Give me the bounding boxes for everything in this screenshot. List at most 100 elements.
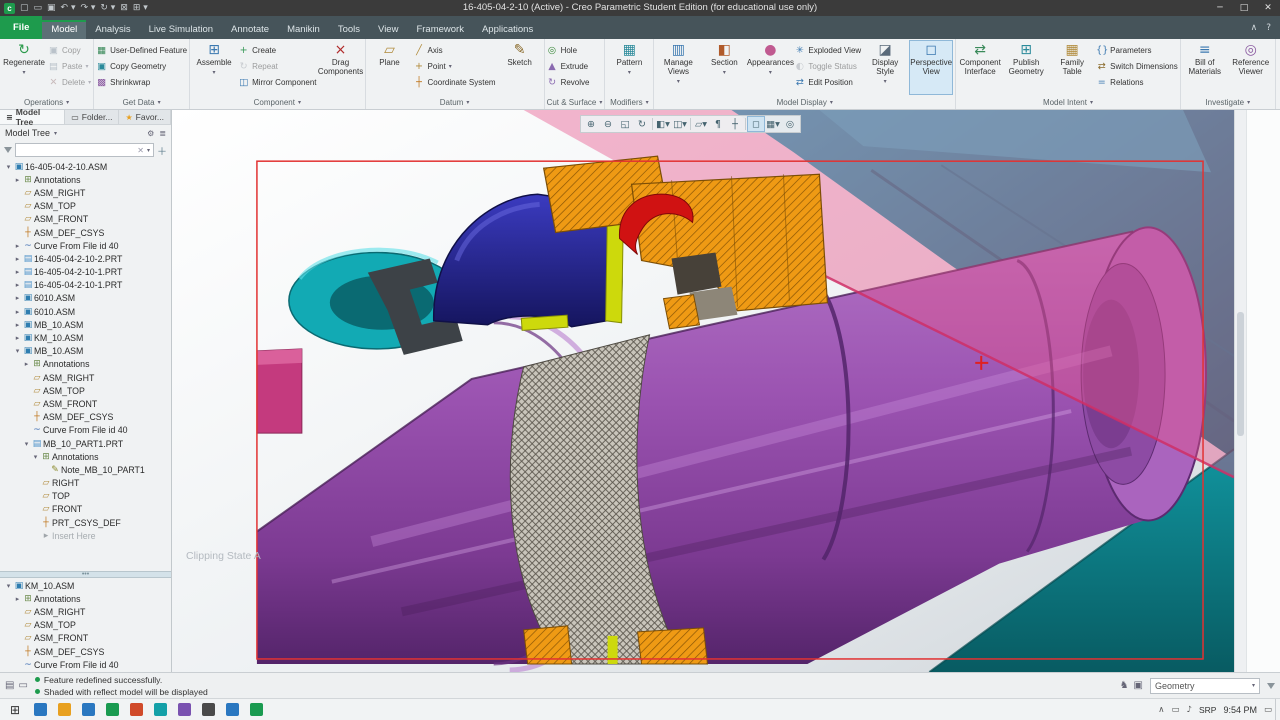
language-indicator[interactable]: SRP [1199, 705, 1216, 715]
manage-views-button[interactable]: ▥ Manage Views ▾ [656, 40, 700, 95]
expand-icon[interactable]: ▸ [13, 334, 22, 342]
message-log-icon[interactable]: ▤ [5, 680, 14, 691]
revolve-button[interactable]: ↻ Revolve [547, 76, 589, 89]
ribbon-tab-analysis[interactable]: Analysis [86, 20, 139, 39]
tree-item-asm-right[interactable]: ▱ ASM_RIGHT [0, 186, 171, 199]
model-canvas[interactable]: ⊕ ⊖ ◱ ↻ ◧▾ ◫▾ ▱▾ ¶ ┼ ◻ ▦▾ ◎ Clipping State A [172, 110, 1234, 672]
app-icon-9[interactable] [220, 699, 244, 720]
regenerate-icon[interactable]: ↻ ▾ [100, 0, 115, 16]
tree-item-asm-right[interactable]: ▱ ASM_RIGHT [0, 605, 171, 618]
tree-item-curve-from-file-id-40[interactable]: ~ Curve From File id 40 [0, 424, 171, 437]
3d-model-view[interactable] [172, 110, 1234, 672]
saved-views-icon[interactable]: ▦▾ [765, 117, 781, 131]
ribbon-tab-tools[interactable]: Tools [329, 20, 369, 39]
panel-tab-favor[interactable]: ★ Favor... [119, 110, 171, 124]
publish-geometry-button[interactable]: ⊞ Publish Geometry [1004, 40, 1048, 95]
family-table-button[interactable]: ▦ Family Table [1050, 40, 1094, 95]
app-icon-4[interactable] [100, 699, 124, 720]
ribbon-tab-view[interactable]: View [369, 20, 407, 39]
tree-item-annotations[interactable]: ▸ ⊞ Annotations [0, 173, 171, 186]
ribbon-tab-manikin[interactable]: Manikin [278, 20, 329, 39]
save-icon[interactable]: ▣ [47, 0, 56, 16]
expand-icon[interactable]: ▸ [13, 321, 22, 329]
mirror-component-button[interactable]: ◫ Mirror Component [238, 76, 316, 89]
annotation-display-icon[interactable]: ¶ [710, 117, 726, 131]
group-label-component[interactable]: Component ▾ [192, 96, 362, 109]
section-button[interactable]: ◧ Section ▾ [702, 40, 746, 95]
selection-filter-icon[interactable] [1267, 682, 1275, 689]
tree-item-asm-front[interactable]: ▱ ASM_FRONT [0, 397, 171, 410]
copy-geometry-button[interactable]: ▣ Copy Geometry [96, 60, 187, 73]
reference-viewer-button[interactable]: ◎ Reference Viewer [1229, 40, 1273, 95]
plane-button[interactable]: ▱ Plane [368, 40, 412, 95]
datum-display-icon[interactable]: ▱▾ [693, 117, 709, 131]
close-window-icon[interactable]: ⊠ [120, 0, 128, 16]
relations-button[interactable]: = Relations [1096, 76, 1178, 89]
panel-tab-folder[interactable]: ▭ Folder... [65, 110, 120, 124]
group-label-model-display[interactable]: Model Display ▾ [656, 96, 953, 109]
shrinkwrap-button[interactable]: ▩ Shrinkwrap [96, 76, 187, 89]
ribbon-tab-applications[interactable]: Applications [473, 20, 542, 39]
expand-all-icon[interactable]: ＋ [157, 143, 167, 158]
scrollbar-thumb[interactable] [1237, 312, 1244, 436]
perspective-icon[interactable]: ◻ [747, 116, 765, 132]
redo-icon[interactable]: ↷ ▾ [80, 0, 95, 16]
bill-of-materials-button[interactable]: ≡ Bill of Materials [1183, 40, 1227, 95]
app-icon-1[interactable] [28, 699, 52, 720]
edit-position-button[interactable]: ⇄ Edit Position [794, 76, 861, 89]
close-button[interactable]: ✕ [1256, 0, 1280, 16]
collapse-icon[interactable]: ▾ [4, 582, 13, 590]
tree-item-mb-10-part1-prt[interactable]: ▾ ▤ MB_10_PART1.PRT [0, 437, 171, 450]
app-icon-2[interactable] [52, 699, 76, 720]
new-file-icon[interactable]: ▢ [20, 0, 29, 16]
tree-item-asm-def-csys[interactable]: ┼ ASM_DEF_CSYS [0, 226, 171, 239]
toggle-status-button[interactable]: ◐ Toggle Status [794, 60, 861, 73]
group-label-cut-surface[interactable]: Cut & Surface ▾ [547, 96, 603, 109]
tray-volume-icon[interactable]: ♪ [1187, 705, 1192, 715]
tree-item-mb-10-asm[interactable]: ▾ ▣ MB_10.ASM [0, 345, 171, 358]
tree-item-16-405-04-2-10-2-prt[interactable]: ▸ ▤ 16-405-04-2-10-2.PRT [0, 252, 171, 265]
app-icon-10[interactable] [244, 699, 268, 720]
app-icon-5[interactable] [124, 699, 148, 720]
pattern-button[interactable]: ▦ Pattern ▾ [607, 40, 651, 95]
app-icon-7[interactable] [172, 699, 196, 720]
tray-chevron-icon[interactable]: ∧ [1158, 705, 1164, 715]
group-label-model-intent[interactable]: Model Intent ▾ [958, 96, 1178, 109]
exploded-view-button[interactable]: ✳ Exploded View [794, 44, 861, 57]
assemble-button[interactable]: ⊞ Assemble ▾ [192, 40, 236, 95]
expand-icon[interactable]: ▸ [13, 242, 22, 250]
display-style-button[interactable]: ◪ Display Style ▾ [863, 40, 907, 95]
tree-item-asm-top[interactable]: ▱ ASM_TOP [0, 619, 171, 632]
tree-item-annotations[interactable]: ▸ ⊞ Annotations [0, 592, 171, 605]
delete-button[interactable]: ✕ Delete ▾ [48, 76, 92, 89]
view-normal-icon[interactable]: ◎ [782, 117, 798, 131]
open-icon[interactable]: ▭ [34, 0, 43, 16]
filter-caret-icon[interactable]: ▾ [147, 147, 150, 154]
tray-network-icon[interactable]: ▭ [1171, 705, 1179, 715]
collapse-icon[interactable]: ▾ [22, 440, 31, 448]
chevron-down-icon[interactable]: ▾ [54, 130, 57, 137]
tree-item-6010-asm[interactable]: ▸ ▣ 6010.ASM [0, 292, 171, 305]
expand-icon[interactable]: ▸ [22, 360, 31, 368]
panel-tab-model-tree[interactable]: ≡ Model Tree [0, 107, 66, 127]
expand-icon[interactable]: ▸ [13, 255, 22, 263]
help-icon[interactable]: ? [1266, 23, 1271, 33]
action-center-icon[interactable]: ▭ [1264, 705, 1272, 715]
tree-item-km-10-asm[interactable]: ▸ ▣ KM_10.ASM [0, 331, 171, 344]
create-button[interactable]: + Create [238, 44, 316, 57]
collapse-icon[interactable]: ▾ [13, 347, 22, 355]
tree-settings-icon[interactable]: ⚙ [147, 129, 154, 138]
repaint-icon[interactable]: ↻ [634, 117, 650, 131]
user-defined-feature-button[interactable]: ▦ User-Defined Feature [96, 44, 187, 57]
tree-item-16-405-04-2-10-1-prt[interactable]: ▸ ▤ 16-405-04-2-10-1.PRT [0, 266, 171, 279]
ribbon-tab-file[interactable]: File [0, 16, 43, 39]
modelcheck-icon[interactable]: ♞ [1120, 680, 1129, 691]
expand-icon[interactable]: ▸ [13, 294, 22, 302]
sketch-button[interactable]: ✎ Sketch [498, 40, 542, 95]
tree-splitter[interactable]: ••• [0, 571, 171, 578]
maximize-button[interactable]: □ [1232, 0, 1256, 16]
tree-filter-input[interactable]: ✕ ▾ [15, 143, 154, 157]
selection-filter-combo[interactable]: Geometry ▾ [1150, 677, 1260, 694]
group-label-datum[interactable]: Datum ▾ [368, 96, 542, 109]
model-notifications-icon[interactable]: ▣ [1134, 680, 1143, 691]
